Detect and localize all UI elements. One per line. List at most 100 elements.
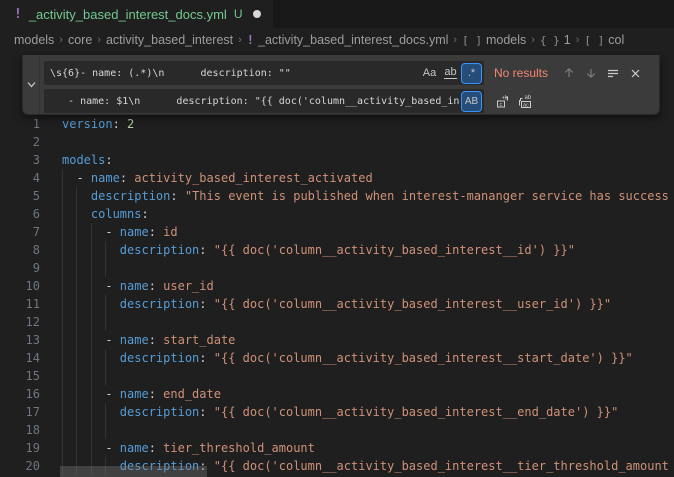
next-match-arrow-down-icon[interactable] (580, 62, 602, 84)
code-line[interactable]: description: "{{ doc('column__activity_b… (54, 295, 674, 313)
regex-button[interactable]: .* (462, 64, 481, 83)
indent-guide (76, 385, 77, 403)
line-number[interactable]: 5 (0, 187, 54, 205)
token-value: activity_based_interest_activated (127, 171, 373, 185)
indent-guide (76, 313, 77, 331)
token-number: 2 (127, 117, 134, 131)
indent-guide (62, 403, 63, 421)
code-line[interactable]: description: "This event is published wh… (54, 187, 674, 205)
replace-value-text: - name: $1\n description: "{{ doc('colum… (50, 96, 460, 107)
token-punct: : (170, 189, 177, 203)
code-line[interactable] (54, 421, 674, 439)
line-number[interactable]: 7 (0, 223, 54, 241)
line-number[interactable]: 12 (0, 313, 54, 331)
svg-text:c: c (500, 102, 503, 108)
code-line[interactable]: - name: id (54, 223, 674, 241)
replace-row: - name: $1\n description: "{{ doc('colum… (44, 89, 653, 113)
breadcrumb-item[interactable]: [ ]models (462, 33, 526, 47)
indent-guide (62, 331, 63, 349)
breadcrumb-item-label: core (68, 33, 92, 47)
line-number[interactable]: 19 (0, 439, 54, 457)
line-number[interactable]: 6 (0, 205, 54, 223)
indent-guide (76, 421, 77, 439)
token-plain (120, 117, 127, 131)
code-line[interactable] (54, 367, 674, 385)
code-line[interactable] (54, 133, 674, 151)
code-line[interactable]: description: "{{ doc('column__activity_b… (54, 349, 674, 367)
breadcrumb-item[interactable]: { }1 (540, 33, 571, 47)
line-number[interactable]: 1 (0, 115, 54, 133)
indent-guide (91, 241, 92, 259)
replace-input[interactable]: - name: $1\n description: "{{ doc('colum… (44, 89, 484, 113)
find-input[interactable]: \s{6}- name: (.*)\n description: "" Aa a… (44, 61, 484, 85)
line-number[interactable]: 15 (0, 367, 54, 385)
code-row: 3models: (0, 151, 674, 169)
token-punct: : (199, 243, 206, 257)
find-replace-widget: \s{6}- name: (.*)\n description: "" Aa a… (22, 55, 660, 115)
code-line[interactable]: columns: (54, 205, 674, 223)
token-string: "{{ doc('column__activity_based_interest… (207, 351, 633, 365)
horizontal-scrollbar-thumb[interactable] (60, 466, 207, 477)
code-line[interactable]: version: 2 (54, 115, 674, 133)
breadcrumb: models›core›activity_based_interest›!_ac… (0, 28, 674, 52)
code-line[interactable] (54, 313, 674, 331)
token-string: "{{ doc('column__activity_based_interest… (207, 243, 575, 257)
indent-guide (76, 331, 77, 349)
breadcrumb-item[interactable]: !_activity_based_interest_docs.yml (247, 33, 449, 47)
line-number[interactable]: 2 (0, 133, 54, 151)
line-number[interactable]: 10 (0, 277, 54, 295)
line-number[interactable]: 4 (0, 169, 54, 187)
unsaved-changes-dot-icon[interactable] (253, 10, 261, 18)
tab-active-file[interactable]: ! _activity_based_interest_docs.yml U (0, 0, 273, 28)
code-row: 12 (0, 313, 674, 331)
line-number[interactable]: 16 (0, 385, 54, 403)
code-line[interactable]: - name: end_date (54, 385, 674, 403)
breadcrumb-item[interactable]: activity_based_interest (106, 33, 233, 47)
indent-guide (76, 295, 77, 313)
line-number[interactable]: 20 (0, 457, 54, 475)
find-in-selection-icon[interactable] (602, 62, 624, 84)
code-line[interactable]: - name: start_date (54, 331, 674, 349)
code-line[interactable]: models: (54, 151, 674, 169)
breadcrumb-item-label: 1 (564, 33, 571, 47)
line-number[interactable]: 14 (0, 349, 54, 367)
code-line[interactable]: description: "{{ doc('column__activity_b… (54, 403, 674, 421)
indent-guide (62, 349, 63, 367)
token-punct: - (62, 171, 91, 185)
breadcrumb-item[interactable]: models (14, 33, 54, 47)
code-area[interactable]: 1version: 223models:4 - name: activity_b… (0, 52, 674, 475)
indent-guide (76, 223, 77, 241)
token-key: models (62, 153, 105, 167)
line-number[interactable]: 3 (0, 151, 54, 169)
match-case-button[interactable]: Aa (420, 64, 439, 83)
code-line[interactable]: - name: activity_based_interest_activate… (54, 169, 674, 187)
replace-icon[interactable]: +b c (492, 90, 514, 112)
editor-pane[interactable]: 1version: 223models:4 - name: activity_b… (0, 52, 674, 477)
token-value: tier_threshold_amount (156, 441, 315, 455)
code-line[interactable]: - name: tier_threshold_amount (54, 439, 674, 457)
replace-all-icon[interactable]: ab ac (514, 90, 536, 112)
breadcrumb-item[interactable]: core (68, 33, 92, 47)
indent-guide (76, 403, 77, 421)
token-string: "This event is published when interest-m… (178, 189, 669, 203)
line-number[interactable]: 8 (0, 241, 54, 259)
code-row: 4 - name: activity_based_interest_activa… (0, 169, 674, 187)
token-punct: : (199, 351, 206, 365)
indent-guide (105, 241, 106, 259)
line-number[interactable]: 13 (0, 331, 54, 349)
line-number[interactable]: 18 (0, 421, 54, 439)
code-line[interactable]: - name: user_id (54, 277, 674, 295)
indent-guide (91, 403, 92, 421)
breadcrumb-item[interactable]: [ ]col (584, 33, 624, 47)
line-number[interactable]: 11 (0, 295, 54, 313)
breadcrumb-separator-chevron-icon: › (59, 34, 63, 46)
toggle-replace-chevron-icon[interactable] (23, 55, 40, 114)
code-line[interactable]: description: "{{ doc('column__activity_b… (54, 241, 674, 259)
code-line[interactable] (54, 259, 674, 277)
line-number[interactable]: 9 (0, 259, 54, 277)
previous-match-arrow-up-icon[interactable] (558, 62, 580, 84)
line-number[interactable]: 17 (0, 403, 54, 421)
whole-word-button[interactable]: ab (441, 64, 460, 83)
preserve-case-button[interactable]: AB (462, 92, 481, 111)
close-find-widget-icon[interactable] (624, 62, 646, 84)
